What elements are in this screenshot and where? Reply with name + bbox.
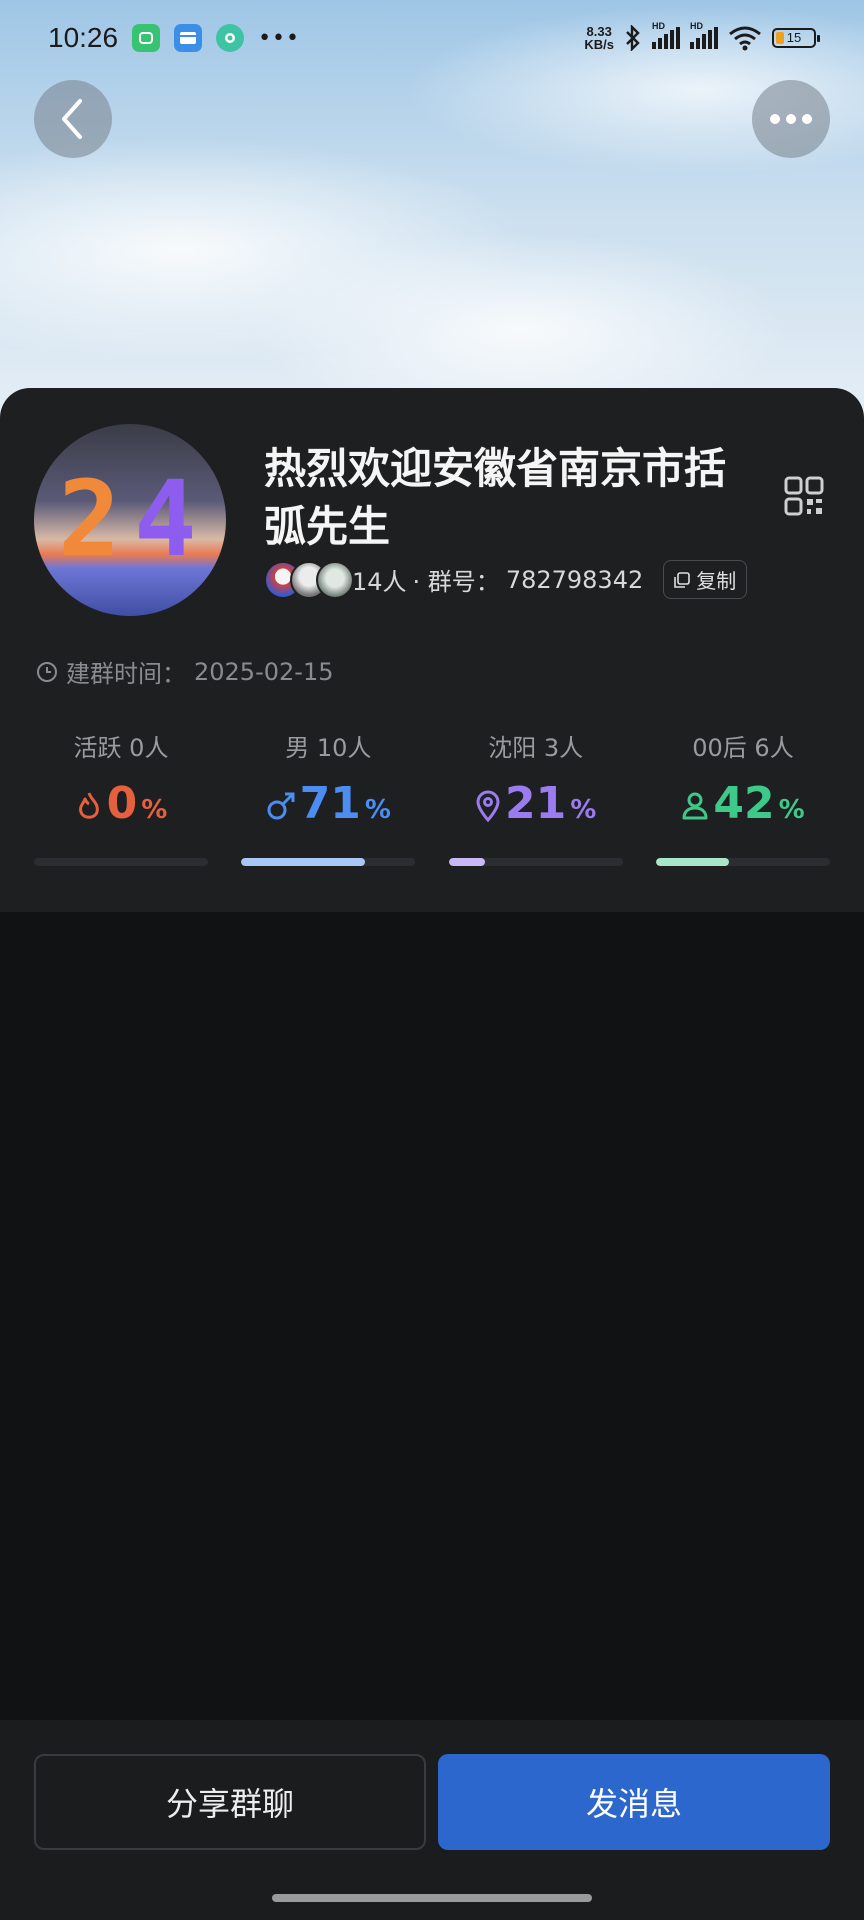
more-options-button[interactable] bbox=[752, 80, 830, 158]
group-title: 热烈欢迎安徽省南京市括弧先生 bbox=[264, 444, 727, 551]
chevron-left-icon bbox=[62, 99, 82, 139]
created-time: 建群时间： 2025-02-15 bbox=[36, 654, 333, 689]
stat-age[interactable]: 00后 6人 42 % bbox=[655, 728, 830, 866]
group-info-card: 2 4 热烈欢迎安徽省南京市括弧先生 14人 · 群号： 782798342 复… bbox=[0, 388, 864, 912]
person-icon bbox=[682, 792, 708, 820]
stat-progress-bar bbox=[448, 858, 623, 866]
stat-gender[interactable]: 男 10人 71 % bbox=[241, 728, 416, 866]
male-icon bbox=[267, 792, 295, 820]
group-avatar[interactable]: 2 4 bbox=[34, 424, 226, 616]
notification-app-icon bbox=[132, 24, 161, 52]
stat-value: 21 bbox=[505, 778, 567, 829]
more-horizontal-icon bbox=[770, 114, 812, 124]
share-group-button[interactable]: 分享群聊 bbox=[34, 1754, 426, 1850]
wifi-icon bbox=[729, 26, 761, 51]
avatar bbox=[316, 560, 354, 599]
fire-icon bbox=[78, 792, 99, 819]
stat-progress-bar bbox=[241, 858, 416, 866]
notification-leaf-icon bbox=[216, 24, 245, 52]
copy-icon bbox=[674, 571, 691, 588]
status-time: 10:26 bbox=[48, 22, 119, 53]
group-meta-row: 14人 · 群号： 782798342 复制 bbox=[264, 560, 748, 599]
stat-progress-bar bbox=[655, 858, 830, 866]
more-notifications-icon: ••• bbox=[258, 25, 301, 51]
network-speed: 8.33 KB/s bbox=[584, 24, 614, 52]
member-avatars[interactable] bbox=[264, 560, 354, 599]
signal-icon: HD bbox=[652, 21, 680, 49]
qr-code-icon[interactable] bbox=[784, 476, 824, 516]
stat-value: 71 bbox=[299, 778, 361, 829]
battery-icon: 15 bbox=[772, 28, 820, 48]
stat-value: 42 bbox=[713, 778, 775, 829]
notification-wallet-icon bbox=[174, 24, 203, 52]
member-count[interactable]: 14人 bbox=[352, 562, 407, 597]
stat-active[interactable]: 活跃 0人 0 % bbox=[34, 728, 208, 866]
signal-icon: HD bbox=[690, 21, 718, 49]
group-id: 782798342 bbox=[505, 565, 644, 594]
location-pin-icon bbox=[476, 790, 500, 822]
stat-progress-bar bbox=[34, 858, 208, 866]
clock-icon bbox=[37, 661, 57, 682]
stat-value: 0 bbox=[106, 778, 138, 829]
stat-location[interactable]: 沈阳 3人 21 % bbox=[448, 728, 623, 866]
bottom-action-bar: 分享群聊 发消息 bbox=[0, 1720, 864, 1920]
send-message-button[interactable]: 发消息 bbox=[438, 1754, 830, 1850]
back-button[interactable] bbox=[34, 80, 112, 158]
copy-group-id-button[interactable]: 复制 bbox=[663, 560, 748, 599]
bluetooth-icon bbox=[626, 25, 640, 51]
home-indicator[interactable] bbox=[272, 1894, 592, 1902]
status-bar: 10:26 ••• 8.33 KB/s HD HD 15 bbox=[0, 0, 864, 76]
group-id-label: · 群号： bbox=[412, 568, 500, 596]
group-stats: 活跃 0人 0 % 男 10人 71 % 沈阳 3人 21 % 00后 6人 4… bbox=[34, 728, 830, 866]
